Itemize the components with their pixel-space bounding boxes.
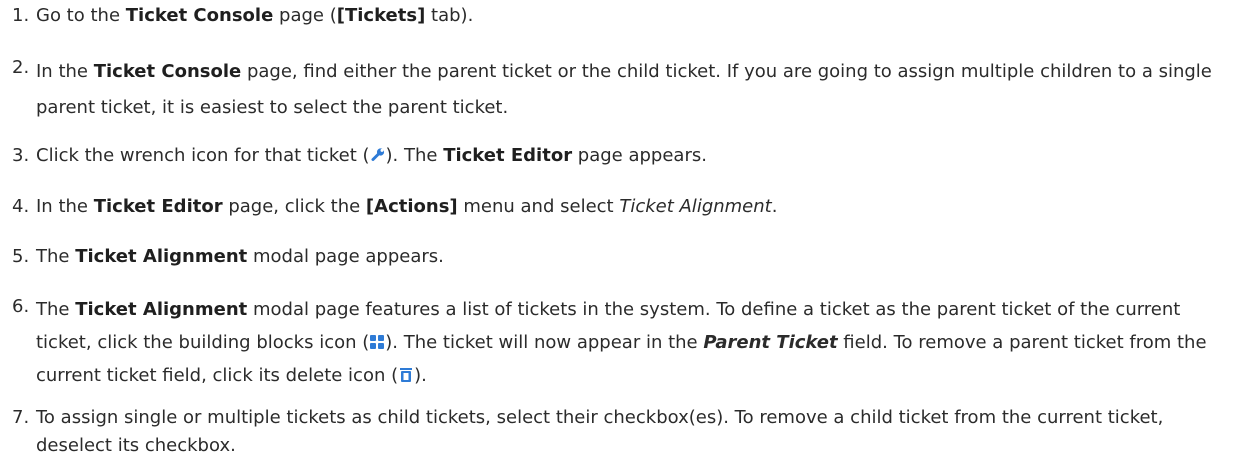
text-run: The [36,299,76,320]
step-text: The Ticket Alignment modal page appears. [36,243,1223,271]
ui-term: Ticket Alignment [75,246,248,267]
ui-term: Ticket Editor [443,145,573,166]
ui-term: Ticket Console [125,5,274,26]
text-run: tab). [425,5,474,26]
text-run: Click the wrench icon for that ticket ( [36,145,370,166]
text-run: In the [36,196,94,217]
step-text: In the Ticket Editor page, click the [Ac… [36,193,1223,221]
text-run: Go to the [36,5,126,26]
step-text: To assign single or multiple tickets as … [36,407,1164,456]
text-run: . [771,196,778,217]
text-run: page appears. [572,145,707,166]
ui-term: Ticket Editor [93,196,223,217]
ui-term: [Actions] [365,196,458,217]
text-run: The [36,246,76,267]
ui-term: [Tickets] [336,5,426,26]
text-run: ). The [385,145,444,166]
step-text: The Ticket Alignment modal page features… [36,293,1223,392]
text-run: ). [414,365,427,386]
ui-term: Ticket Console [93,61,242,82]
delete-icon [398,367,414,383]
text-run: page, click the [222,196,366,217]
step-text: Click the wrench icon for that ticket ()… [36,142,1223,170]
text-run: modal page appears. [247,246,444,267]
step-text: In the Ticket Console page, find either … [36,54,1223,126]
page: { "steps": [ { "num": "1.", "t1": "Go to… [0,0,1233,472]
text-run: ). The ticket will now appear in the [385,332,704,353]
ui-term: Ticket Alignment [75,299,248,320]
building-blocks-icon [369,334,385,350]
text-run: menu and select [457,196,620,217]
wrench-icon [370,147,386,163]
field-name: Parent Ticket [703,332,838,353]
menu-option: Ticket Alignment [619,196,772,217]
text-run: page ( [273,5,337,26]
step-text: Go to the Ticket Console page ([Tickets]… [36,2,1223,30]
text-run: In the [36,61,94,82]
